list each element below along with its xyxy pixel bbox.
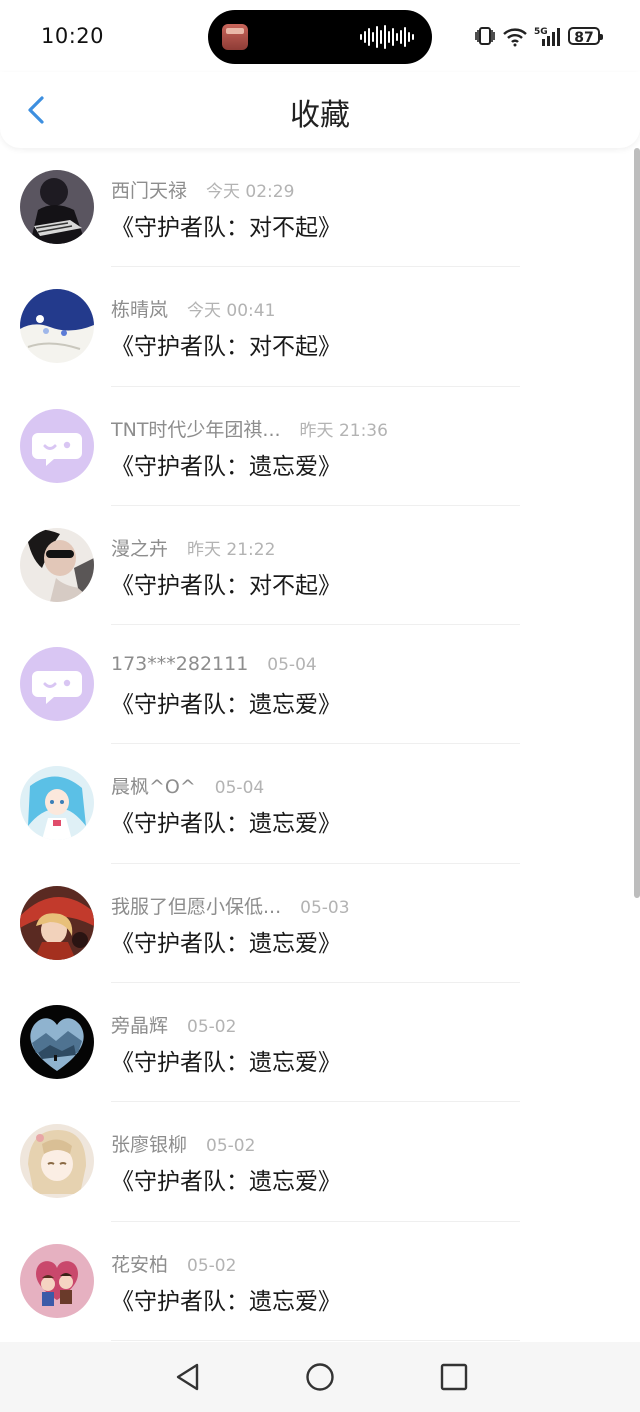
divider xyxy=(111,1339,520,1341)
avatar[interactable] xyxy=(20,527,94,602)
list-item[interactable]: TNT时代少年团祺... 昨天 21:36 《守护者队：遗忘爱》 xyxy=(0,387,640,506)
user-name: 花安柏 xyxy=(111,1253,169,1276)
music-app-icon xyxy=(222,24,248,50)
song-title: 《守护者队：遗忘爱》 xyxy=(111,453,341,480)
timestamp: 昨天 21:36 xyxy=(299,420,388,441)
list-item[interactable]: 西门天禄 今天 02:29 《守护者队：对不起》 xyxy=(0,148,640,268)
timestamp: 05-02 xyxy=(206,1136,256,1157)
avatar[interactable] xyxy=(20,766,94,841)
user-name: 旁晶辉 xyxy=(111,1015,169,1038)
timestamp: 今天 00:41 xyxy=(187,301,276,322)
list-item[interactable]: 花安柏 05-02 《守护者队：遗忘爱》 xyxy=(0,1222,640,1341)
page-title: 收藏 xyxy=(290,98,350,133)
list-item[interactable]: 173***282111 05-04 《守护者队：遗忘爱》 xyxy=(0,625,640,745)
timestamp: 昨天 21:22 xyxy=(187,539,276,560)
user-name: 我服了但愿小保低... xyxy=(111,895,282,918)
list-item[interactable]: 漫之卉 昨天 21:22 《守护者队：对不起》 xyxy=(0,506,640,626)
user-name: 张廖银柳 xyxy=(111,1134,188,1157)
list-item[interactable]: 张廖银柳 05-02 《守护者队：遗忘爱》 xyxy=(0,1102,640,1222)
user-name: 晨枫^O^ xyxy=(111,776,196,799)
avatar[interactable] xyxy=(20,408,94,483)
song-title: 《守护者队：对不起》 xyxy=(111,334,341,361)
recents-square-icon[interactable] xyxy=(439,1362,469,1392)
song-title: 《守护者队：遗忘爱》 xyxy=(111,1288,341,1315)
user-name: 漫之卉 xyxy=(111,537,169,560)
avatar[interactable] xyxy=(20,1005,94,1080)
avatar[interactable] xyxy=(20,289,94,364)
list-item[interactable]: 我服了但愿小保低... 05-03 《守护者队：遗忘爱》 xyxy=(0,864,640,984)
song-title: 《守护者队：遗忘爱》 xyxy=(111,811,341,838)
timestamp: 05-02 xyxy=(187,1017,237,1038)
avatar[interactable] xyxy=(20,885,94,960)
svg-text:5G: 5G xyxy=(534,27,548,37)
timestamp: 05-03 xyxy=(300,897,350,918)
song-title: 《守护者队：遗忘爱》 xyxy=(111,692,341,719)
timestamp: 05-02 xyxy=(187,1255,237,1276)
song-title: 《守护者队：遗忘爱》 xyxy=(111,1050,341,1077)
song-title: 《守护者队：遗忘爱》 xyxy=(111,930,341,957)
status-time: 10:20 xyxy=(41,24,105,48)
audio-wave-icon xyxy=(360,24,414,50)
signal-5g-icon: 5G xyxy=(534,27,560,46)
vibrate-icon xyxy=(475,27,495,45)
dynamic-island[interactable] xyxy=(208,10,432,64)
status-bar: 10:20 5G 87 xyxy=(0,0,640,72)
timestamp: 今天 02:29 xyxy=(206,182,295,202)
avatar[interactable] xyxy=(20,170,94,244)
list-item[interactable]: 栋晴岚 今天 00:41 《守护者队：对不起》 xyxy=(0,267,640,387)
wifi-icon xyxy=(503,28,527,47)
user-name: 173***282111 xyxy=(111,653,249,676)
home-circle-icon[interactable] xyxy=(305,1362,335,1392)
user-name: 西门天禄 xyxy=(111,180,188,202)
avatar[interactable] xyxy=(20,1243,94,1318)
system-nav-bar xyxy=(0,1342,640,1412)
battery-indicator: 87 xyxy=(568,27,603,46)
user-name: TNT时代少年团祺... xyxy=(111,418,281,441)
scrollbar[interactable] xyxy=(634,148,640,898)
default-avatar-icon xyxy=(20,408,94,483)
avatar[interactable] xyxy=(20,647,94,722)
timestamp: 05-04 xyxy=(267,655,317,676)
system-icons: 5G 87 xyxy=(474,24,603,48)
avatar[interactable] xyxy=(20,1124,94,1199)
favorites-list[interactable]: 西门天禄 今天 02:29 《守护者队：对不起》 栋晴岚 今天 00:41 《守… xyxy=(0,148,640,1342)
page-header: 收藏 xyxy=(0,72,640,148)
song-title: 《守护者队：对不起》 xyxy=(111,572,341,599)
user-name: 栋晴岚 xyxy=(111,299,169,322)
timestamp: 05-04 xyxy=(214,778,265,799)
song-title: 《守护者队：对不起》 xyxy=(111,215,341,241)
list-item[interactable]: 旁晶辉 05-02 《守护者队：遗忘爱》 xyxy=(0,983,640,1103)
list-item[interactable]: 晨枫^O^ 05-04 《守护者队：遗忘爱》 xyxy=(0,744,640,864)
back-triangle-icon[interactable] xyxy=(173,1362,203,1392)
song-title: 《守护者队：遗忘爱》 xyxy=(111,1169,341,1196)
default-avatar-icon xyxy=(20,647,94,722)
